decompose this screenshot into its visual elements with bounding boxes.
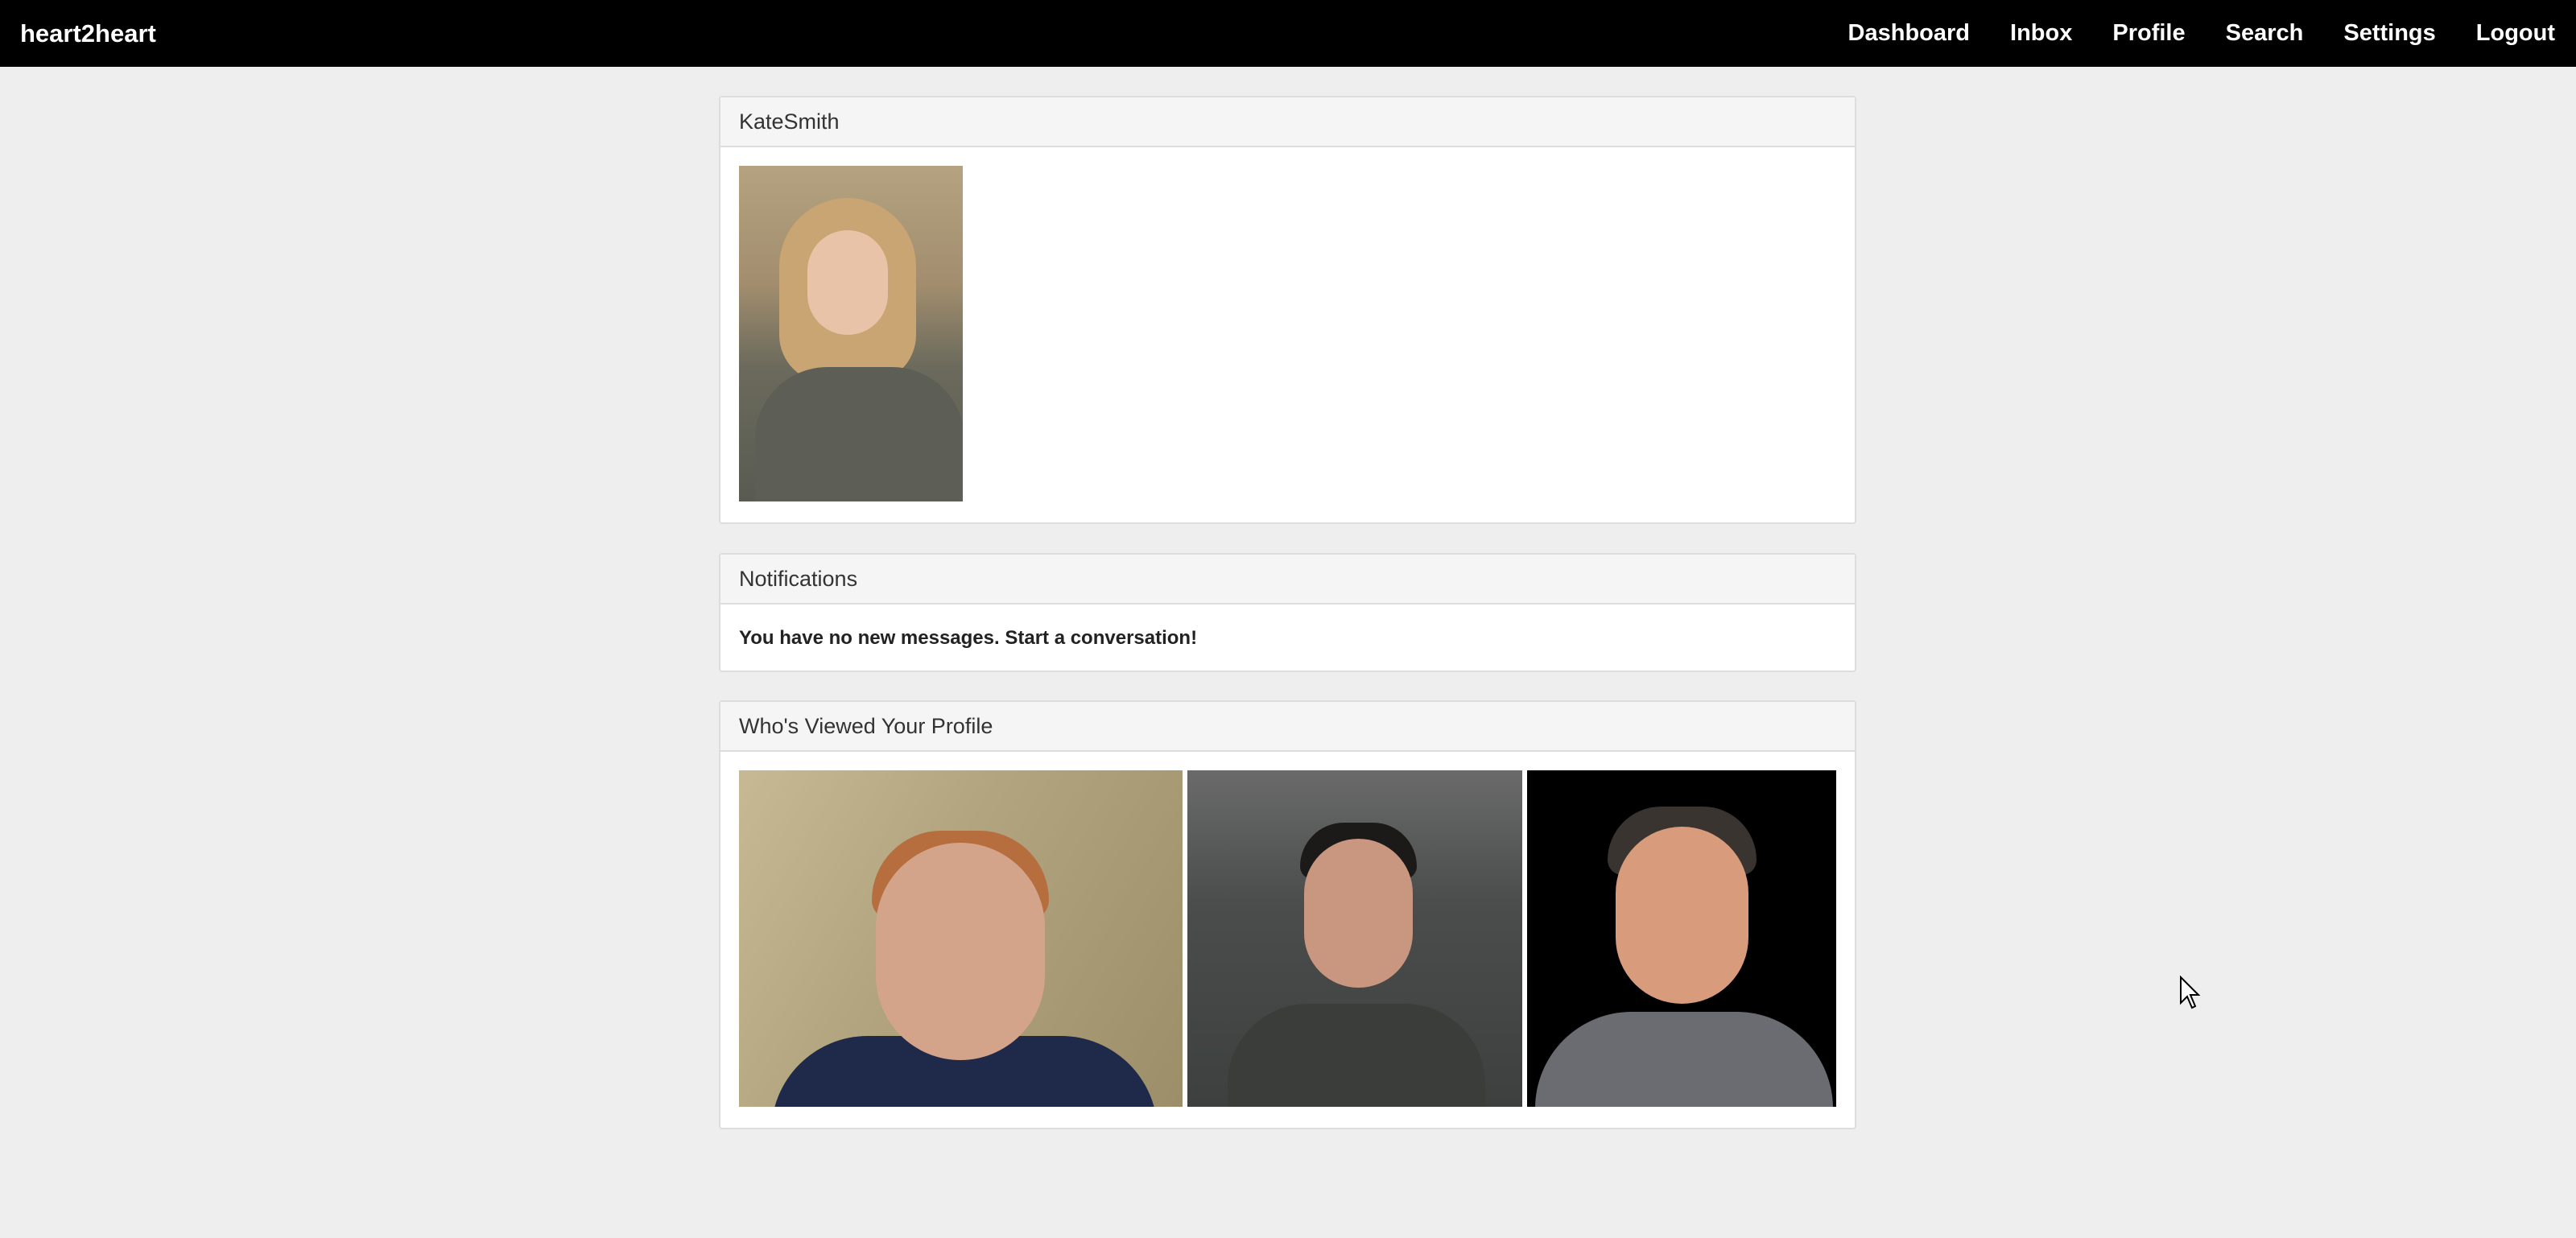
nav-dashboard[interactable]: Dashboard bbox=[1848, 20, 1970, 47]
notifications-panel: Notifications You have no new messages. … bbox=[719, 553, 1856, 672]
nav-inbox[interactable]: Inbox bbox=[2010, 20, 2072, 47]
nav-profile[interactable]: Profile bbox=[2112, 20, 2185, 47]
profile-username: KateSmith bbox=[720, 97, 1855, 147]
nav-logout[interactable]: Logout bbox=[2476, 20, 2555, 47]
viewer-photo[interactable] bbox=[1187, 770, 1522, 1107]
profile-photo[interactable] bbox=[739, 166, 963, 501]
viewers-title: Who's Viewed Your Profile bbox=[720, 702, 1855, 752]
notifications-title: Notifications bbox=[720, 555, 1855, 605]
viewers-panel: Who's Viewed Your Profile bbox=[719, 700, 1856, 1129]
main-nav: Dashboard Inbox Profile Search Settings … bbox=[1808, 20, 2555, 47]
nav-settings[interactable]: Settings bbox=[2343, 20, 2435, 47]
viewer-photo[interactable] bbox=[739, 770, 1183, 1107]
brand-logo[interactable]: heart2heart bbox=[20, 19, 156, 48]
top-navbar: heart2heart Dashboard Inbox Profile Sear… bbox=[0, 0, 2576, 67]
viewer-photo[interactable] bbox=[1527, 770, 1836, 1107]
nav-search[interactable]: Search bbox=[2226, 20, 2304, 47]
notification-message: You have no new messages. Start a conver… bbox=[739, 627, 1198, 649]
profile-panel: KateSmith bbox=[719, 96, 1856, 524]
viewers-list bbox=[739, 770, 1836, 1107]
